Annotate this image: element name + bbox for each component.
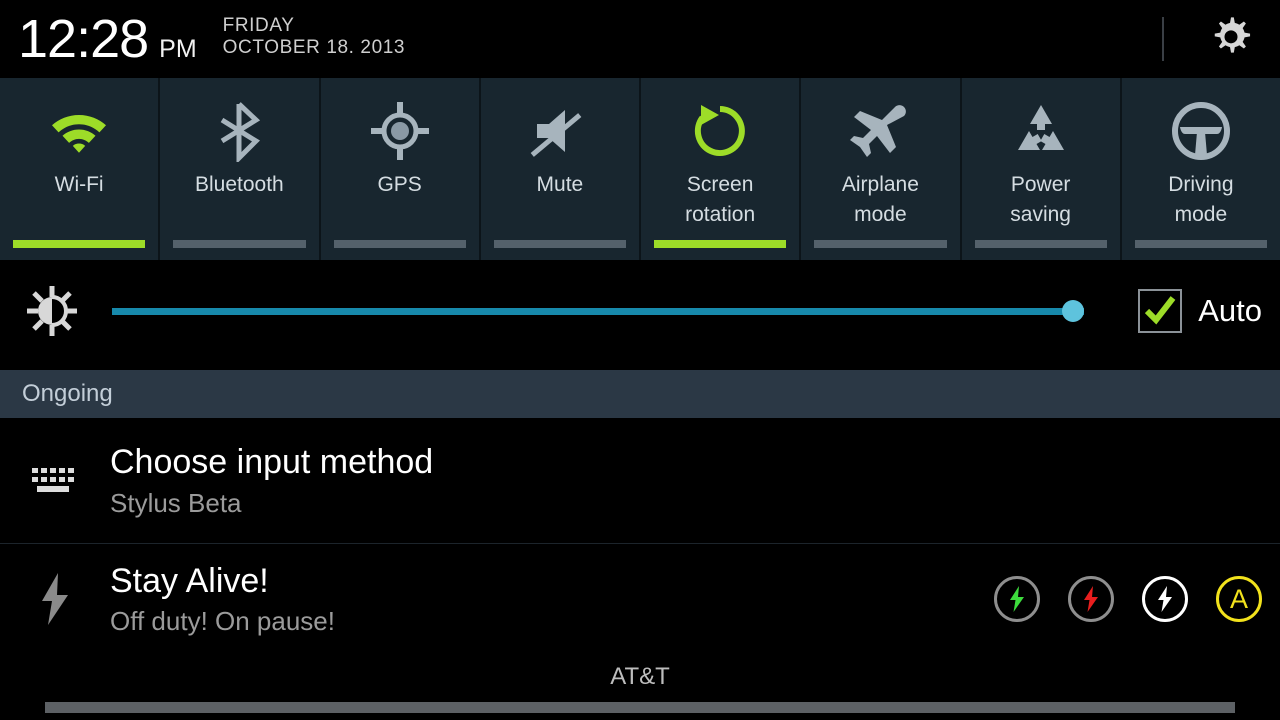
checkmark-icon (1145, 296, 1176, 325)
toggle-label: Bluetooth (195, 173, 284, 196)
auto-brightness-label: Auto (1198, 293, 1262, 328)
toggle-label: Mute (536, 173, 584, 196)
toggle-label-line2: mode (854, 202, 907, 226)
toggle-indicator-bar (493, 240, 626, 248)
toggle-label: Driving mode (1168, 170, 1233, 230)
rotate-icon (691, 98, 749, 164)
auto-mode-button[interactable]: A (1216, 576, 1262, 622)
toggle-label-line1: Driving (1168, 173, 1234, 196)
notification-title: Stay Alive! (110, 561, 269, 600)
toggle-bluetooth[interactable]: Bluetooth (160, 78, 321, 260)
lightning-bolt-icon (0, 571, 110, 627)
keyboard-icon (0, 464, 110, 498)
date-label: OCTOBER 18. 2013 (222, 37, 406, 58)
gear-icon (1214, 17, 1251, 53)
recycle-icon (1010, 98, 1072, 164)
toggle-indicator-bar (814, 240, 947, 248)
notification-shade: 12:28 PM FRIDAY OCTOBER 18. 2013 Wi-Fi B… (0, 0, 1280, 720)
toggle-label: Screen rotation (685, 170, 755, 230)
notification-choose-input-method[interactable]: Choose input method Stylus Beta (0, 418, 1280, 543)
brightness-row: Auto (0, 260, 1280, 362)
bolt-red-button[interactable] (1068, 576, 1114, 622)
auto-brightness-control[interactable]: Auto (1138, 289, 1262, 333)
slider-thumb[interactable] (1062, 300, 1084, 322)
status-divider (1162, 17, 1164, 61)
toggle-power-saving[interactable]: Power saving (962, 78, 1122, 260)
drag-handle[interactable] (45, 702, 1235, 713)
steering-wheel-icon (1171, 98, 1231, 164)
wifi-icon (46, 98, 112, 164)
notification-text: Choose input method Stylus Beta (110, 443, 1280, 518)
bolt-icon (1158, 586, 1172, 612)
clock-time: 12:28 (18, 9, 149, 69)
toggle-label-line2: mode (1174, 202, 1228, 226)
bolt-icon (1084, 586, 1098, 612)
notification-actions: A (994, 576, 1280, 622)
notification-title: Choose input method (110, 443, 434, 482)
toggle-indicator-bar (173, 240, 306, 248)
notification-subtitle: Stylus Beta (110, 487, 242, 518)
date-block: FRIDAY OCTOBER 18. 2013 (223, 15, 405, 60)
toggle-driving-mode[interactable]: Driving mode (1122, 78, 1280, 260)
ongoing-label: Ongoing (22, 380, 113, 407)
toggle-label-line2: saving (1010, 202, 1071, 226)
toggle-indicator-bar (333, 240, 466, 248)
slider-fill (112, 307, 1084, 315)
airplane-icon (848, 98, 912, 164)
toggle-indicator-bar (1134, 240, 1267, 248)
clock-ampm: PM (159, 35, 197, 63)
toggle-label: Wi-Fi (54, 173, 104, 196)
mute-speaker-icon (529, 98, 591, 164)
toggle-mute[interactable]: Mute (481, 78, 641, 260)
bolt-green-button[interactable] (994, 576, 1040, 622)
toggle-label: GPS (377, 173, 422, 196)
toggle-wifi[interactable]: Wi-Fi (0, 78, 161, 260)
toggle-gps[interactable]: GPS (321, 78, 481, 260)
bluetooth-icon (214, 98, 264, 164)
toggle-label: Power saving (1010, 170, 1071, 230)
brightness-sun-icon (0, 284, 104, 338)
toggle-label: Airplane mode (842, 170, 919, 230)
toggle-label-line1: Power (1010, 173, 1071, 196)
brightness-slider[interactable] (104, 295, 1272, 327)
auto-brightness-checkbox[interactable] (1138, 289, 1183, 333)
carrier-label: AT&T (610, 663, 670, 690)
weekday-label: FRIDAY (222, 14, 295, 36)
settings-button[interactable] (1192, 13, 1270, 65)
clock[interactable]: 12:28 PM (0, 12, 197, 66)
notification-stay-alive[interactable]: Stay Alive! Off duty! On pause! A (0, 544, 1280, 654)
gps-crosshair-icon (370, 98, 430, 164)
notification-text: Stay Alive! Off duty! On pause! (110, 562, 994, 637)
toggle-indicator-bar (974, 240, 1107, 248)
toggle-label-line1: Airplane (841, 173, 919, 196)
carrier-row: AT&T (0, 654, 1280, 700)
toggle-screen-rotation[interactable]: Screen rotation (641, 78, 802, 260)
toggle-indicator-bar (654, 240, 787, 248)
toggle-airplane-mode[interactable]: Airplane mode (801, 78, 962, 260)
quick-settings-strip: Wi-Fi Bluetooth GPS Mute Screen rotation… (0, 78, 1280, 260)
toggle-label-line2: rotation (685, 202, 756, 226)
notification-subtitle: Off duty! On pause! (110, 606, 335, 637)
status-bar: 12:28 PM FRIDAY OCTOBER 18. 2013 (0, 0, 1280, 78)
auto-mode-letter: A (1229, 583, 1248, 614)
bolt-white-button[interactable] (1142, 576, 1188, 622)
toggle-label-line1: Screen (686, 173, 754, 196)
bolt-icon (1010, 586, 1024, 612)
toggle-indicator-bar (13, 240, 146, 248)
ongoing-section-header: Ongoing (0, 370, 1280, 418)
